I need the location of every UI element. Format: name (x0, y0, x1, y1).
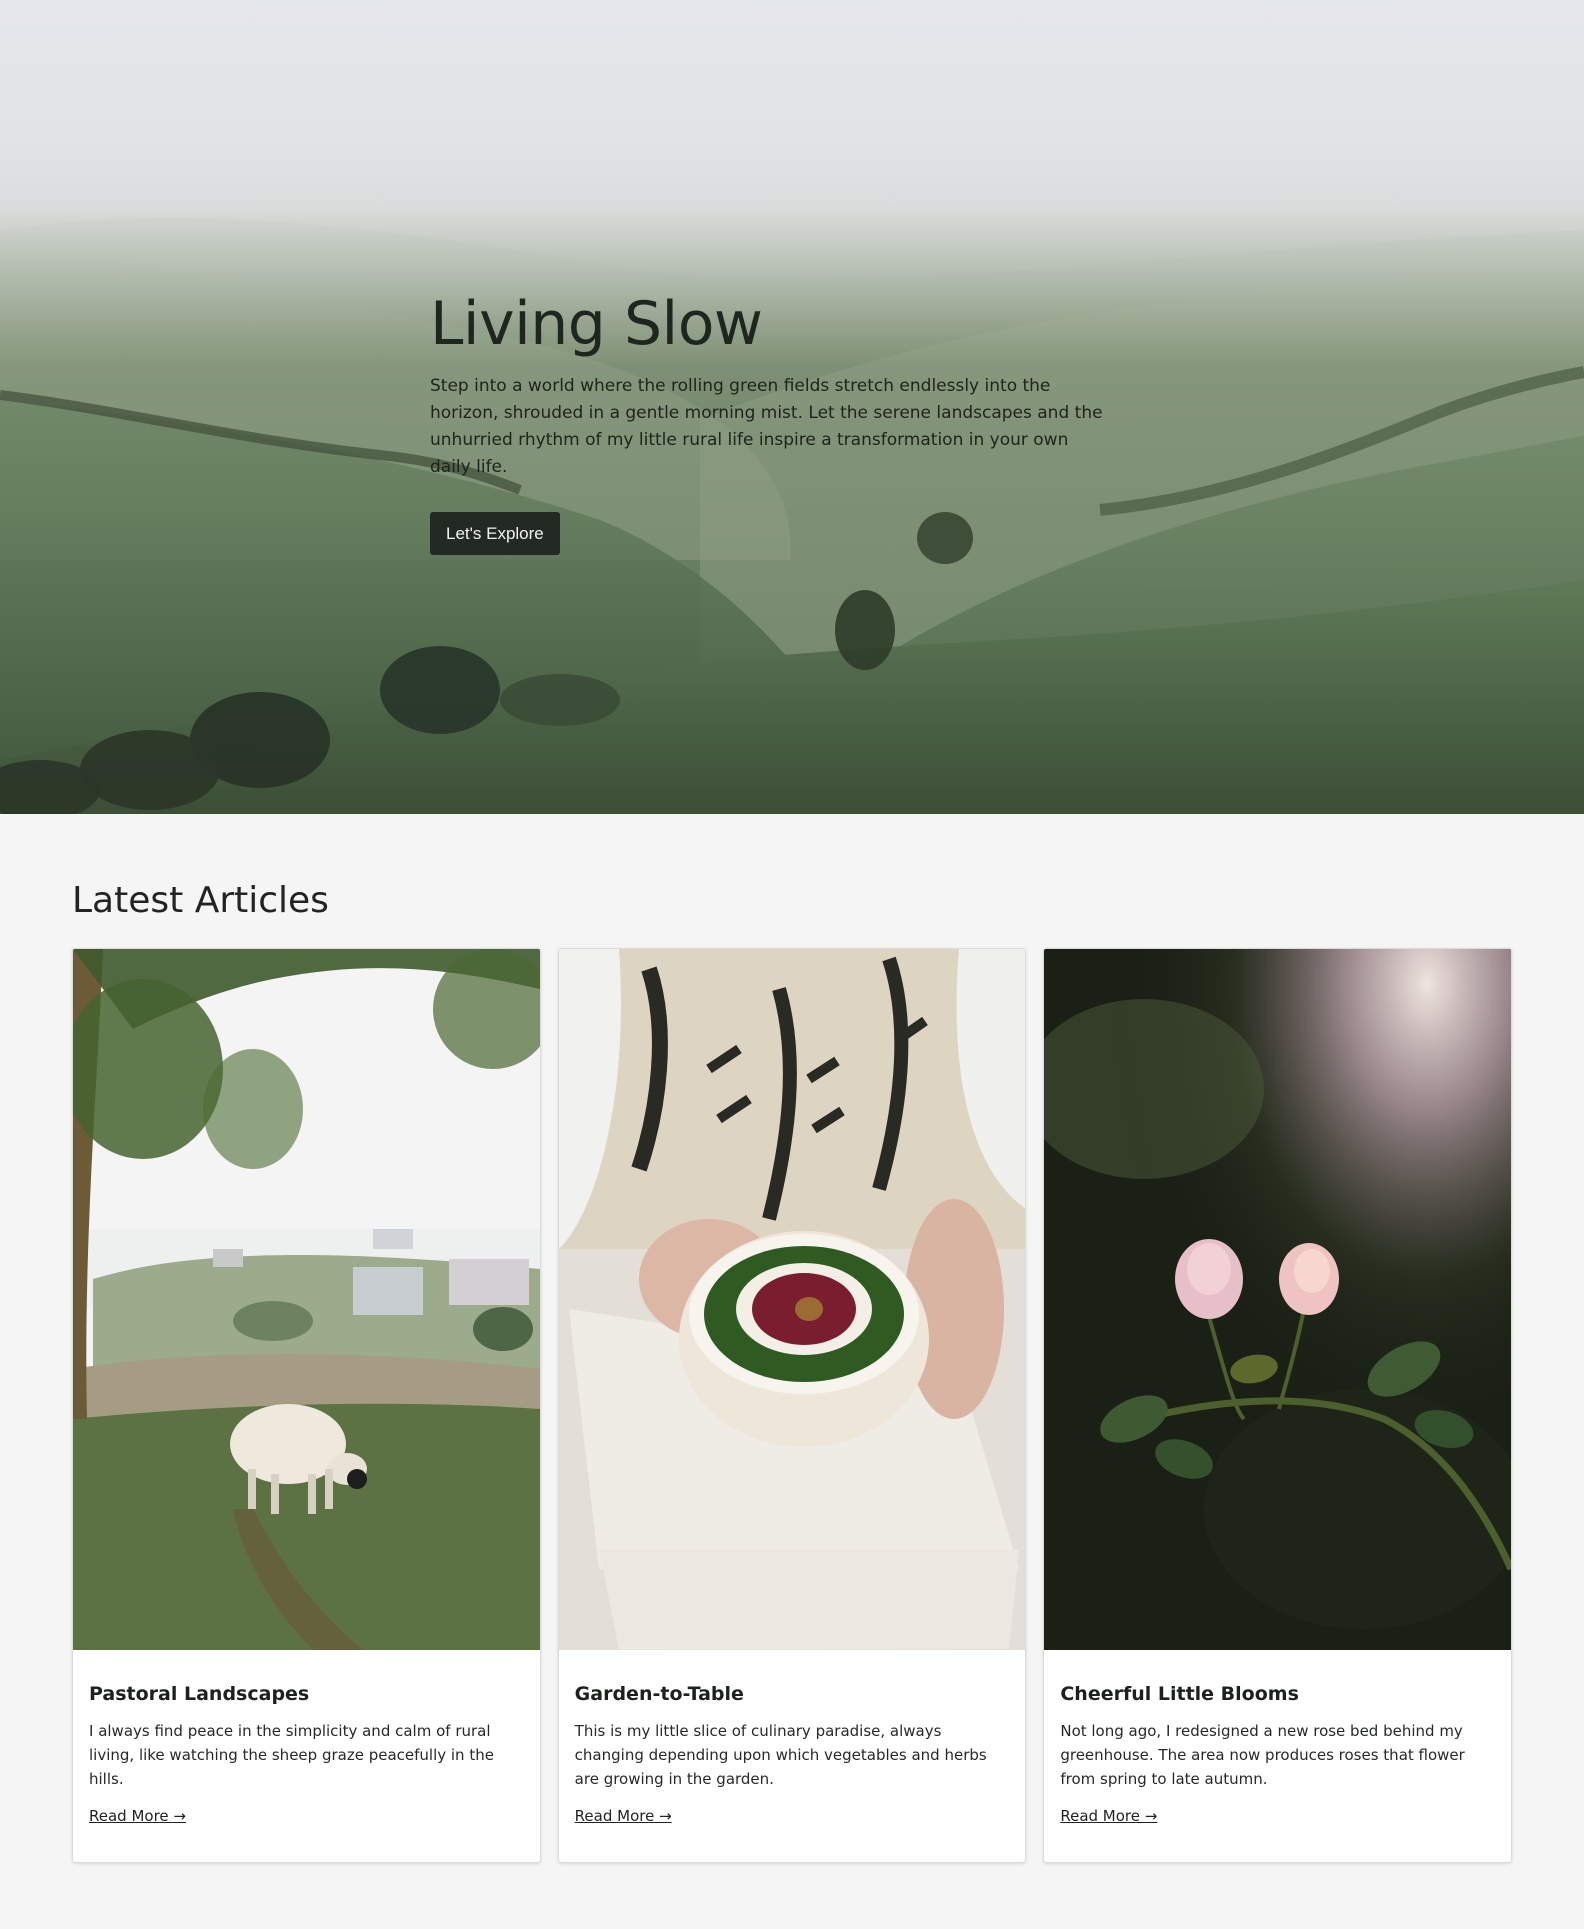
hero-banner: Living Slow Step into a world where the … (0, 0, 1584, 814)
card-excerpt: Not long ago, I redesigned a new rose be… (1060, 1722, 1465, 1788)
lets-explore-button[interactable]: Let's Explore (430, 512, 560, 555)
card-body: Pastoral Landscapes I always find peace … (73, 1650, 540, 1847)
section-heading: Latest Articles (72, 880, 329, 921)
read-more-link[interactable]: Read More → (89, 1805, 186, 1827)
read-more-link[interactable]: Read More → (1060, 1805, 1157, 1827)
article-cards: Pastoral Landscapes I always find peace … (72, 948, 1513, 1863)
card-excerpt: This is my little slice of culinary para… (574, 1722, 987, 1788)
hero-content: Living Slow Step into a world where the … (430, 288, 1130, 555)
salad-bowl-held-in-hands-photo (558, 949, 1026, 1650)
card-title: Cheerful Little Blooms (1060, 1683, 1299, 1705)
card-title: Pastoral Landscapes (89, 1683, 310, 1705)
card-title: Garden-to-Table (574, 1683, 744, 1705)
sheep-grazing-hillside-photo (73, 949, 540, 1650)
hero-description: Step into a world where the rolling gree… (430, 376, 1103, 477)
article-card-cheerful-little-blooms: Cheerful Little Blooms Not long ago, I r… (1043, 948, 1513, 1863)
card-body: Cheerful Little Blooms Not long ago, I r… (1044, 1650, 1511, 1847)
hero-title: Living Slow (430, 289, 763, 359)
latest-articles-section: Latest Articles Pastoral Landscapes I al… (0, 814, 1584, 1863)
article-card-pastoral-landscapes: Pastoral Landscapes I always find peace … (72, 948, 541, 1863)
read-more-link[interactable]: Read More → (575, 1805, 672, 1827)
pink-roses-in-sunlight-photo (1044, 949, 1512, 1650)
article-card-garden-to-table: Garden-to-Table This is my little slice … (557, 948, 1027, 1863)
card-body: Garden-to-Table This is my little slice … (559, 1650, 1026, 1847)
card-excerpt: I always find peace in the simplicity an… (89, 1722, 494, 1788)
